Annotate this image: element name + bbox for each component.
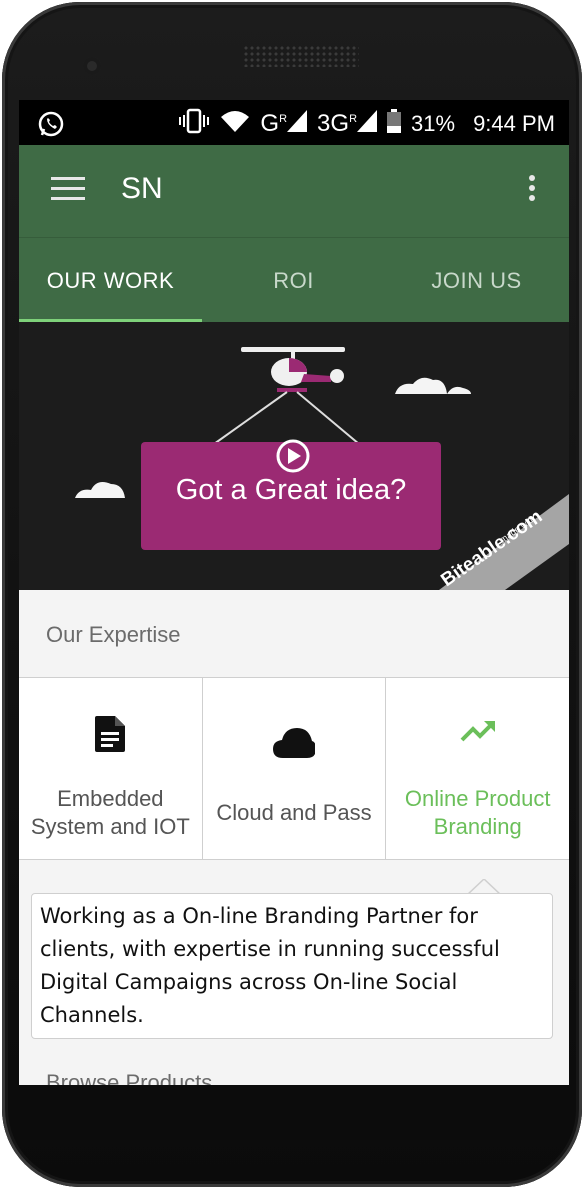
expertise-label-line2: System and IOT	[30, 814, 190, 839]
app-title: SN	[121, 172, 163, 205]
signal-icon-2	[357, 110, 378, 138]
trending-up-icon	[460, 718, 496, 747]
expertise-label-line1: Online Product	[404, 786, 551, 811]
banner-text: Got a Great idea?	[175, 474, 407, 506]
expertise-title: Our Expertise	[46, 622, 181, 647]
network-3g-label: 3GR	[317, 110, 358, 137]
browse-title: Browse Products	[46, 1070, 213, 1085]
clock: 9:44 PM	[473, 111, 555, 136]
tab-roi[interactable]: ROI	[202, 238, 385, 323]
tab-join-us[interactable]: JOIN US	[385, 238, 568, 323]
expertise-label-line2: Branding	[433, 814, 522, 839]
network-g-label: GR	[260, 110, 288, 137]
status-icons: GR 3GR 31% 9:44 PM	[178, 108, 555, 140]
hamburger-menu-icon[interactable]	[51, 177, 85, 203]
expertise-grid: Embedded System and IOT Cloud and Pass O…	[19, 677, 569, 860]
phone-frame: GR 3GR 31% 9:44 PM SN OUR WORK ROI JOIN …	[2, 2, 582, 1187]
screen: GR 3GR 31% 9:44 PM SN OUR WORK ROI JOIN …	[19, 100, 569, 1085]
speaker-grille	[243, 45, 359, 67]
vibrate-icon	[178, 108, 210, 140]
expertise-item-embedded[interactable]: Embedded System and IOT	[19, 678, 203, 859]
front-camera	[83, 57, 101, 75]
signal-icon	[287, 110, 308, 138]
battery-percent: 31%	[411, 111, 456, 136]
battery-icon	[387, 109, 402, 139]
expertise-item-cloud[interactable]: Cloud and Pass	[203, 678, 387, 859]
expertise-label-line1: Embedded	[57, 786, 164, 811]
app-bar: SN	[19, 145, 569, 237]
overflow-menu-icon[interactable]	[529, 175, 537, 205]
video-player[interactable]: Got a Great idea? made with Biteable.com	[19, 322, 569, 590]
expertise-description: Working as a On-line Branding Partner fo…	[31, 893, 553, 1039]
tab-our-work[interactable]: OUR WORK	[19, 238, 202, 323]
expertise-item-branding[interactable]: Online Product Branding	[386, 678, 569, 859]
whatsapp-icon	[37, 110, 65, 143]
status-bar: GR 3GR 31% 9:44 PM	[19, 100, 569, 145]
tab-bar: OUR WORK ROI JOIN US	[19, 237, 569, 323]
wifi-icon	[220, 109, 250, 139]
document-icon	[95, 716, 126, 757]
cloud-icon	[273, 728, 316, 763]
expertise-label-line1: Cloud and Pass	[216, 800, 372, 825]
